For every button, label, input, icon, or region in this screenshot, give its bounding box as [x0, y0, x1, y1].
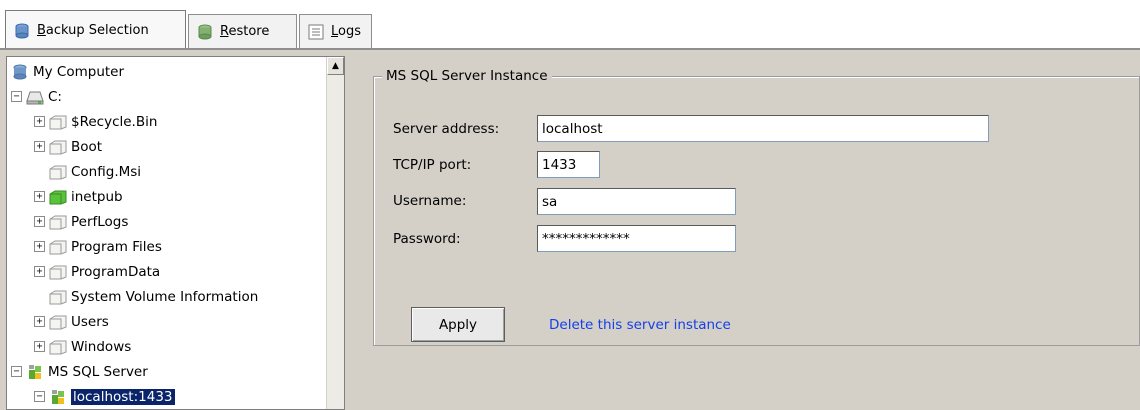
- port-label: TCP/IP port:: [393, 157, 472, 173]
- password-input[interactable]: [537, 225, 736, 252]
- folder-icon: [49, 114, 67, 130]
- folder-icon: [49, 264, 67, 280]
- scroll-up-arrow-icon[interactable]: ▲: [327, 57, 344, 75]
- folder-icon: [49, 289, 67, 305]
- expand-icon[interactable]: +: [34, 116, 45, 127]
- server-address-input[interactable]: [537, 115, 989, 142]
- tab-backup-selection-label: Backup Selection: [37, 23, 149, 38]
- tab-strip: Backup Selection Restore Logs: [0, 0, 1140, 50]
- folder-icon: [49, 214, 67, 230]
- tab-backup-selection[interactable]: Backup Selection: [5, 10, 186, 50]
- collapse-icon[interactable]: −: [34, 391, 45, 402]
- tree-item-my-computer[interactable]: My Computer: [11, 59, 124, 84]
- sql-server-icon: [49, 389, 67, 405]
- username-label: Username:: [393, 193, 467, 209]
- folder-icon: [49, 314, 67, 330]
- tree-item-label: Windows: [71, 338, 132, 355]
- expand-icon[interactable]: +: [34, 191, 45, 202]
- folder-icon: [49, 339, 67, 355]
- tab-logs[interactable]: Logs: [299, 14, 372, 48]
- computer-icon: [11, 64, 29, 80]
- tree-item-folder[interactable]: + Users: [34, 309, 109, 334]
- collapse-icon[interactable]: −: [11, 366, 22, 377]
- delete-instance-link[interactable]: Delete this server instance: [549, 317, 731, 333]
- tree-item-label: Users: [71, 313, 109, 330]
- tree-item-label: Boot: [71, 138, 103, 155]
- tree-item-label: $Recycle.Bin: [71, 113, 158, 130]
- tree-item-label: My Computer: [33, 63, 125, 80]
- server-address-label: Server address:: [393, 121, 500, 137]
- tree-item-folder[interactable]: System Volume Information: [34, 284, 258, 309]
- drive-icon: [26, 89, 44, 105]
- sql-server-icon: [26, 364, 44, 380]
- tree-item-label: PerfLogs: [71, 213, 129, 230]
- tree-item-sql-instance[interactable]: − localhost:1433: [34, 384, 175, 409]
- tree-item-ms-sql-server[interactable]: − MS SQL Server: [11, 359, 148, 384]
- tab-restore-label: Restore: [220, 24, 270, 39]
- port-input[interactable]: [537, 151, 600, 178]
- folder-selected-icon: [49, 189, 67, 205]
- scroll-track[interactable]: [327, 75, 344, 409]
- tree-item-label-selected: localhost:1433: [71, 388, 175, 405]
- tree-item-folder[interactable]: + Program Files: [34, 234, 162, 259]
- collapse-icon[interactable]: −: [11, 91, 22, 102]
- tree-item-folder[interactable]: + PerfLogs: [34, 209, 128, 234]
- groupbox-title: MS SQL Server Instance: [382, 68, 552, 84]
- tree-item-folder[interactable]: + $Recycle.Bin: [34, 109, 157, 134]
- tree-item-drive-c[interactable]: − C:: [11, 84, 62, 109]
- tab-logs-label: Logs: [331, 24, 361, 39]
- database-icon: [196, 24, 214, 40]
- tree-item-folder[interactable]: + Windows: [34, 334, 131, 359]
- expand-icon[interactable]: +: [34, 341, 45, 352]
- instance-groupbox: MS SQL Server Instance Server address: T…: [373, 68, 1140, 346]
- tree-item-label: Program Files: [71, 238, 162, 255]
- username-input[interactable]: [537, 188, 736, 215]
- tree-item-folder[interactable]: + inetpub: [34, 184, 123, 209]
- backup-app-window: Backup Selection Restore Logs My Compute…: [0, 0, 1140, 410]
- tree-item-folder[interactable]: + ProgramData: [34, 259, 160, 284]
- tree-scrollbar[interactable]: ▲: [326, 57, 344, 409]
- instance-settings-panel: MS SQL Server Instance Server address: T…: [357, 56, 1140, 410]
- password-label: Password:: [393, 231, 461, 247]
- panel-splitter[interactable]: [345, 56, 357, 410]
- database-icon: [13, 23, 31, 39]
- tree-item-label: inetpub: [71, 188, 123, 205]
- tab-restore[interactable]: Restore: [188, 14, 297, 48]
- tree-item-label: System Volume Information: [71, 288, 259, 305]
- expand-icon[interactable]: +: [34, 141, 45, 152]
- folder-icon: [49, 239, 67, 255]
- tree-item-folder[interactable]: + Boot: [34, 134, 102, 159]
- expand-icon[interactable]: +: [34, 216, 45, 227]
- tab-strip-baseline: [0, 48, 1140, 50]
- expand-icon[interactable]: +: [34, 316, 45, 327]
- expand-icon[interactable]: +: [34, 266, 45, 277]
- tree-item-label: C:: [48, 88, 62, 105]
- list-icon: [307, 24, 325, 40]
- tree-item-label: ProgramData: [71, 263, 161, 280]
- tree-item-label: Config.Msi: [71, 163, 142, 180]
- backup-source-tree[interactable]: My Computer − C: + $Recycle.Bin + Boot C…: [6, 56, 345, 410]
- tree-item-label: MS SQL Server: [48, 363, 148, 380]
- expand-icon[interactable]: +: [34, 241, 45, 252]
- folder-icon: [49, 139, 67, 155]
- tree-item-folder[interactable]: Config.Msi: [34, 159, 141, 184]
- apply-button[interactable]: Apply: [411, 307, 505, 342]
- folder-icon: [49, 164, 67, 180]
